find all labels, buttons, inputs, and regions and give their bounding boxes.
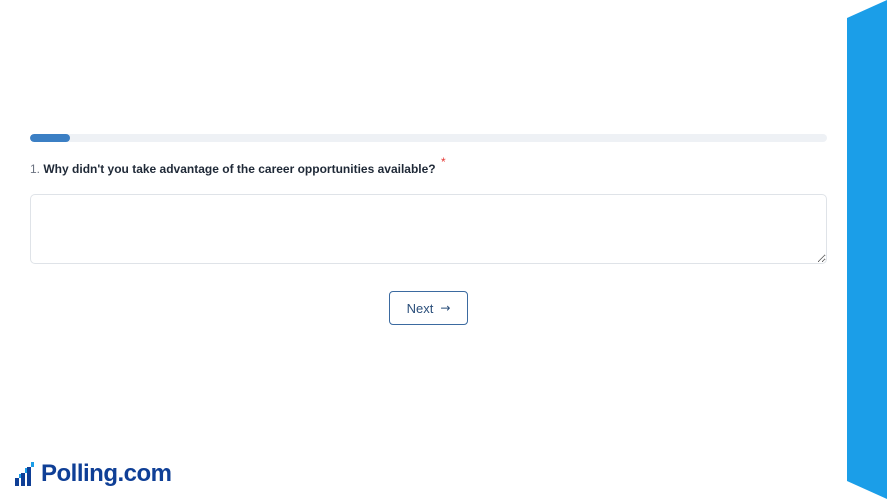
required-asterisk: * <box>440 155 446 169</box>
stairs-chart-icon <box>15 462 34 486</box>
next-button-label: Next <box>406 300 434 316</box>
brand-logo: Polling.com <box>14 459 172 489</box>
next-button[interactable]: Next → <box>389 291 468 325</box>
question-number: 1. <box>30 162 41 176</box>
brand-name: Polling.com <box>41 460 172 487</box>
progress-bar <box>30 134 827 142</box>
arrow-right-icon: → <box>440 301 451 315</box>
progress-bar-fill <box>30 134 70 142</box>
question-label: 1. Why didn't you take advantage of the … <box>30 155 820 181</box>
answer-textarea[interactable] <box>30 194 827 264</box>
question-text: Why didn't you take advantage of the car… <box>43 162 436 176</box>
accent-side-band <box>847 0 887 499</box>
